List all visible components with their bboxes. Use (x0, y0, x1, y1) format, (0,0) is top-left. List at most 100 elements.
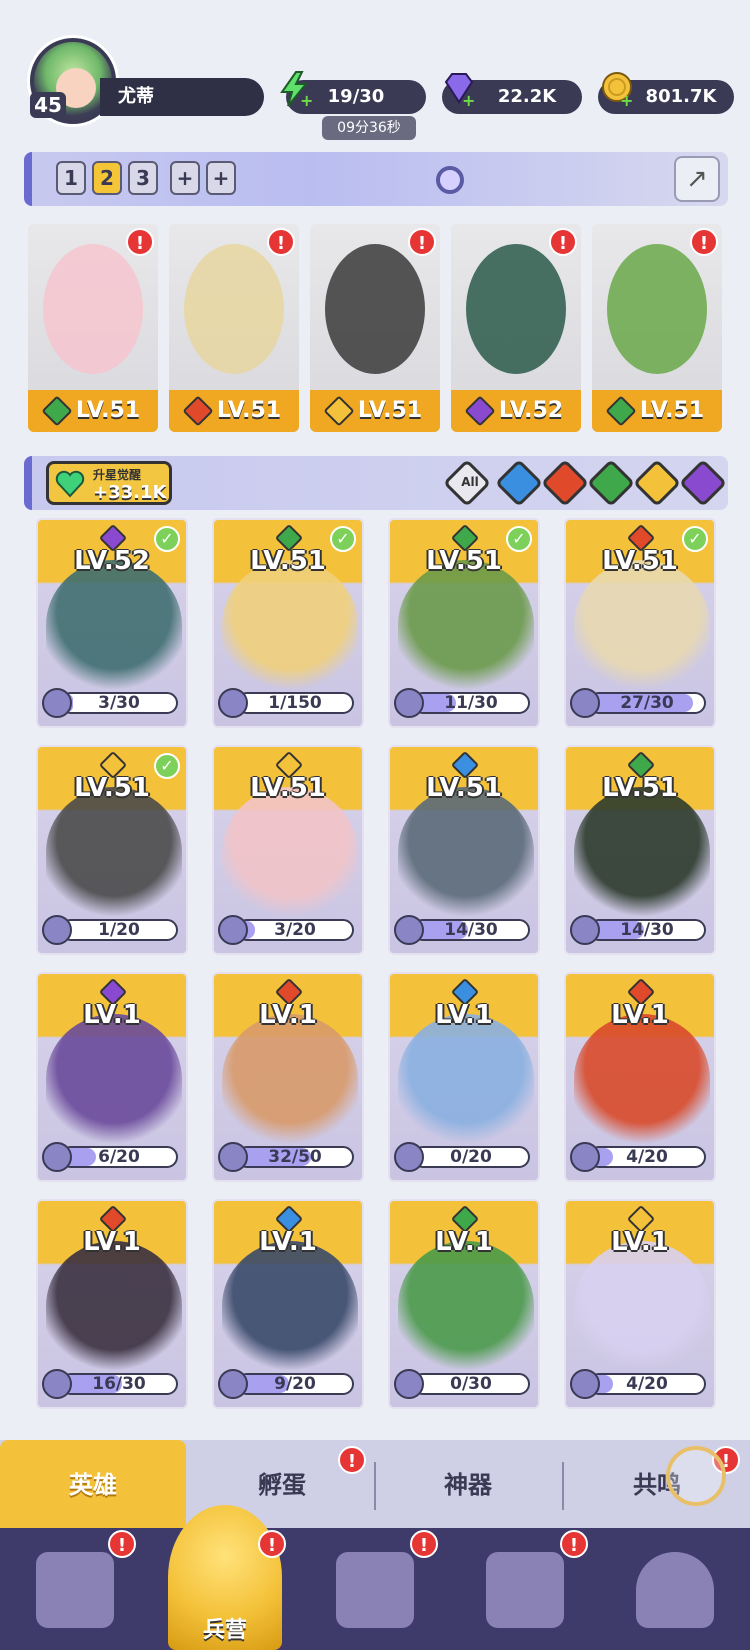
barracks-label: 兵营 (202, 1618, 247, 1643)
element-icon (182, 395, 214, 427)
shard-progress-text: 32/50 (268, 1147, 322, 1167)
shard-progress: 11/30 (412, 692, 530, 714)
shard-progress: 32/50 (236, 1146, 354, 1168)
hero-card[interactable]: ✓ LV.52 3/30 (36, 518, 188, 728)
team-tab-3[interactable]: 3 (128, 161, 158, 195)
shard-icon (218, 1369, 248, 1399)
hero-card[interactable]: LV.1 0/20 (388, 972, 540, 1182)
shard-progress: 16/30 (60, 1373, 178, 1395)
shard-progress-text: 3/30 (98, 693, 140, 713)
hatch-alert-icon: ! (338, 1446, 366, 1474)
hero-portrait (398, 787, 534, 917)
hero-card[interactable]: LV.1 6/20 (36, 972, 188, 1182)
shard-progress-text: 16/30 (92, 1374, 146, 1394)
hero-card[interactable]: LV.1 4/20 (564, 972, 716, 1182)
hero-card[interactable]: LV.1 9/20 (212, 1199, 364, 1409)
shard-progress-text: 1/20 (98, 920, 140, 940)
team-hero-card[interactable]: LV.51! (169, 224, 299, 432)
hero-level: LV.1 (83, 1227, 141, 1257)
hero-level: LV.1 (259, 1227, 317, 1257)
shard-progress: 4/20 (588, 1146, 706, 1168)
map-icon[interactable] (336, 1552, 414, 1628)
element-icon (464, 395, 496, 427)
hero-card[interactable]: LV.51 14/30 (564, 745, 716, 955)
team-hero-card[interactable]: LV.52! (451, 224, 581, 432)
team-hero-card[interactable]: LV.51! (592, 224, 722, 432)
team-hero-level: LV.51 (28, 390, 158, 432)
floating-ring-icon[interactable] (666, 1446, 726, 1506)
hero-portrait (184, 244, 284, 374)
energy-timer: 09分36秒 (322, 116, 416, 140)
team-tab-add-1[interactable]: + (170, 161, 200, 195)
hero-level: LV.1 (611, 1227, 669, 1257)
team-tab-1[interactable]: 1 (56, 161, 86, 195)
shard-progress: 4/20 (588, 1373, 706, 1395)
barracks-alert-icon: ! (258, 1530, 286, 1558)
hero-level: LV.51 (250, 773, 326, 803)
team-hero-card[interactable]: LV.51! (28, 224, 158, 432)
hero-card[interactable]: LV.1 16/30 (36, 1199, 188, 1409)
hero-level: LV.1 (435, 1227, 493, 1257)
guild-icon[interactable] (636, 1552, 714, 1628)
hero-level: LV.51 (426, 546, 502, 576)
shard-progress: 0/30 (412, 1373, 530, 1395)
team-hero-card[interactable]: LV.51! (310, 224, 440, 432)
hero-card[interactable]: LV.1 4/20 (564, 1199, 716, 1409)
share-icon[interactable]: ↗ (674, 156, 720, 202)
shard-icon (570, 1369, 600, 1399)
team-hero-level: LV.51 (592, 390, 722, 432)
hero-portrait (43, 244, 143, 374)
shard-icon (570, 1142, 600, 1172)
alert-icon: ! (690, 228, 718, 256)
shard-icon (570, 915, 600, 945)
svg-text:+: + (462, 91, 475, 108)
awaken-button[interactable]: 升星觉醒 +33.1K (46, 461, 172, 505)
castle-icon[interactable] (486, 1552, 564, 1628)
svg-text:+: + (300, 91, 313, 108)
hero-portrait (222, 787, 358, 917)
team-tab-2[interactable]: 2 (92, 161, 122, 195)
element-icon (605, 395, 637, 427)
hero-card[interactable]: ✓ LV.51 27/30 (564, 518, 716, 728)
hero-card[interactable]: ✓ LV.51 1/150 (212, 518, 364, 728)
hero-portrait (222, 560, 358, 690)
shard-progress-text: 9/20 (274, 1374, 316, 1394)
hero-card[interactable]: LV.1 0/30 (388, 1199, 540, 1409)
alert-icon: ! (126, 228, 154, 256)
hero-card[interactable]: ✓ LV.51 11/30 (388, 518, 540, 728)
map-alert-icon: ! (410, 1530, 438, 1558)
shard-progress-text: 0/30 (450, 1374, 492, 1394)
shard-icon (42, 1142, 72, 1172)
hero-portrait (222, 1014, 358, 1144)
shard-icon (42, 1369, 72, 1399)
hero-portrait (325, 244, 425, 374)
team-hero-level-text: LV.51 (639, 398, 705, 423)
awaken-value: +33.1K (93, 482, 167, 503)
shard-icon (42, 688, 72, 718)
hero-portrait (574, 787, 710, 917)
hero-card[interactable]: LV.1 32/50 (212, 972, 364, 1182)
element-icon (323, 395, 355, 427)
shard-progress: 14/30 (588, 919, 706, 941)
shard-icon (218, 688, 248, 718)
shard-progress-text: 27/30 (620, 693, 674, 713)
team-tab-add-2[interactable]: + (206, 161, 236, 195)
hero-level: LV.51 (426, 773, 502, 803)
shard-icon (42, 915, 72, 945)
hero-card[interactable]: LV.51 3/20 (212, 745, 364, 955)
alert-icon: ! (267, 228, 295, 256)
tab-artifact[interactable]: 神器 (376, 1440, 560, 1530)
search-icon[interactable] (436, 166, 464, 194)
element-icon (41, 395, 73, 427)
hero-portrait (574, 560, 710, 690)
cards-alert-icon: ! (108, 1530, 136, 1558)
hero-card[interactable]: LV.51 14/30 (388, 745, 540, 955)
tab-heroes[interactable]: 英雄 (0, 1440, 186, 1530)
shard-icon (394, 688, 424, 718)
cards-icon[interactable] (36, 1552, 114, 1628)
shard-progress: 14/30 (412, 919, 530, 941)
hero-portrait (46, 560, 182, 690)
shard-progress-text: 4/20 (626, 1147, 668, 1167)
hero-card[interactable]: ✓ LV.51 1/20 (36, 745, 188, 955)
team-hero-level-text: LV.51 (75, 398, 141, 423)
